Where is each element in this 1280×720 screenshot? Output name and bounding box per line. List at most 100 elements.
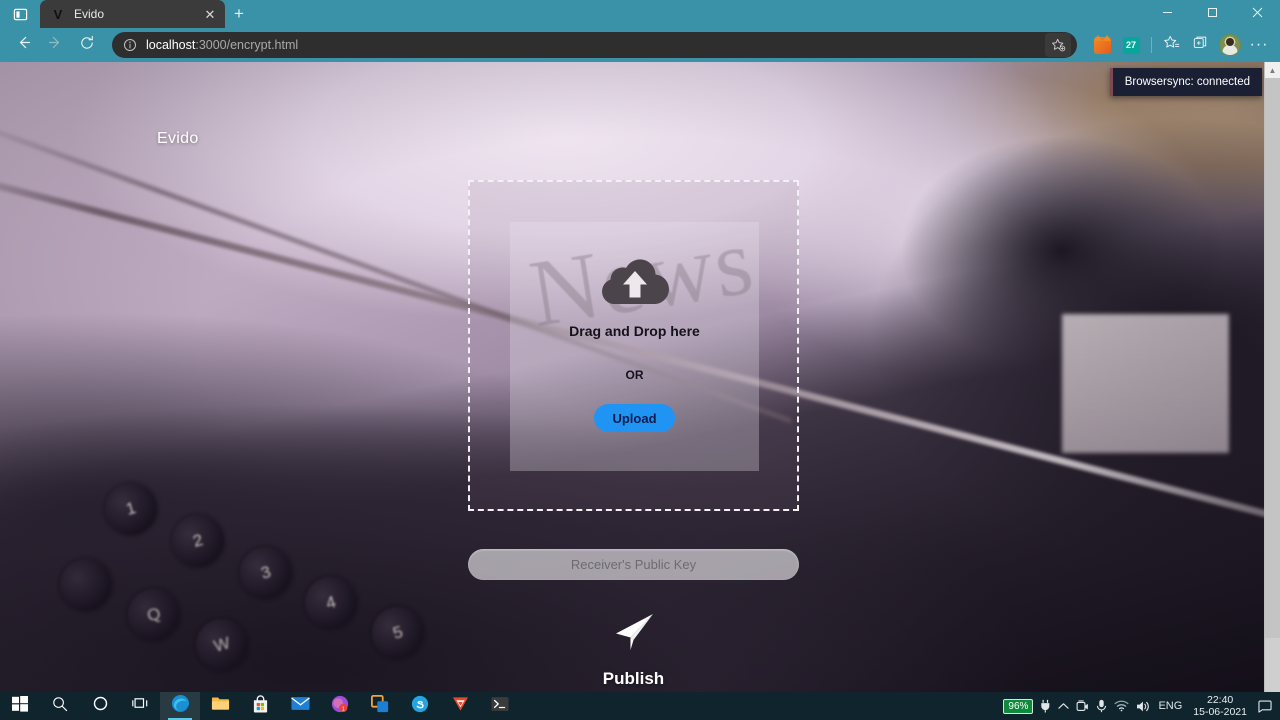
power-plug-icon[interactable]	[1040, 699, 1051, 713]
collections-icon	[1193, 35, 1209, 56]
volume-icon[interactable]	[1136, 700, 1151, 713]
tab-actions-icon	[13, 7, 28, 22]
search-icon	[52, 696, 68, 717]
reload-icon	[79, 35, 95, 56]
back-arrow-icon	[15, 34, 32, 56]
edge-button[interactable]	[160, 692, 200, 720]
mail-envelope-icon	[290, 696, 310, 716]
fox-extension-icon	[1093, 34, 1111, 54]
cortana-button[interactable]	[80, 692, 120, 720]
calendar-extension-button[interactable]: 27	[1118, 32, 1144, 58]
new-tab-button[interactable]: +	[225, 0, 253, 28]
calendar-extension-icon: 27	[1122, 36, 1140, 54]
browsersync-toast: Browsersync: connected	[1109, 68, 1262, 96]
profile-button[interactable]	[1217, 32, 1243, 58]
windows-logo-icon	[12, 695, 28, 717]
upload-button[interactable]: Upload	[594, 404, 675, 432]
extensions-area: 27 ···	[1085, 32, 1272, 58]
publish-label: Publish	[602, 669, 665, 688]
tab-actions-button[interactable]	[0, 0, 40, 28]
favorites-list-icon	[1164, 35, 1180, 56]
language-indicator[interactable]: ENG	[1158, 700, 1182, 712]
address-bar-url: localhost:3000/encrypt.html	[146, 38, 1037, 52]
toolbar-separator	[1151, 37, 1152, 53]
publish-button[interactable]: Publish	[468, 610, 799, 689]
skype-icon	[411, 695, 429, 718]
fox-extension-button[interactable]	[1089, 32, 1115, 58]
file-dropzone[interactable]: Drag and Drop here OR Upload	[468, 180, 799, 511]
folder-icon	[211, 695, 230, 717]
reload-button[interactable]	[72, 31, 102, 59]
info-circle-icon[interactable]	[122, 37, 138, 53]
clock-time: 22:40	[1207, 693, 1234, 706]
page-title: Evido	[157, 130, 199, 147]
office-app-button[interactable]	[360, 692, 400, 720]
clock-date: 15-06-2021	[1193, 706, 1247, 718]
maximize-icon	[1207, 5, 1218, 23]
favorites-button[interactable]	[1159, 32, 1185, 58]
store-bag-icon	[252, 694, 269, 718]
minimize-icon	[1162, 5, 1173, 23]
office-squares-icon	[371, 694, 389, 718]
terminal-button[interactable]	[480, 692, 520, 720]
terminal-prompt-icon	[491, 696, 509, 717]
task-view-button[interactable]	[120, 692, 160, 720]
more-options-button[interactable]: ···	[1246, 32, 1272, 58]
address-bar[interactable]: localhost:3000/encrypt.html	[112, 32, 1077, 58]
close-button[interactable]	[1235, 0, 1280, 28]
skype-button[interactable]	[400, 692, 440, 720]
vite-app-button[interactable]	[440, 692, 480, 720]
browser-toolbar: localhost:3000/encrypt.html 27 ···	[0, 28, 1280, 62]
microphone-icon[interactable]	[1096, 699, 1107, 713]
clock[interactable]: 22:40 15-06-2021	[1189, 694, 1251, 718]
plus-icon: +	[234, 4, 244, 23]
minimize-button[interactable]	[1145, 0, 1190, 28]
edge-browser-icon	[171, 694, 190, 718]
search-button[interactable]	[40, 692, 80, 720]
forward-button[interactable]	[40, 31, 70, 59]
dropzone-title: Drag and Drop here	[569, 323, 700, 339]
send-paper-plane-icon	[611, 610, 657, 661]
triangle-app-icon	[452, 695, 469, 717]
scrollbar-thumb[interactable]	[1265, 78, 1280, 638]
camera-icon[interactable]	[1076, 699, 1089, 713]
page-scrollbar[interactable]: ▲	[1264, 62, 1280, 692]
battery-status[interactable]: 96%	[1003, 698, 1034, 714]
windows-taskbar: 1 96% ENG 22:40 15-06-2021	[0, 692, 1280, 720]
file-explorer-button[interactable]	[200, 692, 240, 720]
mail-button[interactable]	[280, 692, 320, 720]
window-controls	[1145, 0, 1280, 28]
profile-avatar	[1219, 34, 1241, 56]
cloud-upload-icon	[598, 252, 672, 313]
svg-text:1: 1	[342, 706, 345, 712]
tab-title: Evido	[74, 7, 105, 21]
star-plus-icon[interactable]	[1045, 33, 1071, 57]
browser-titlebar: V Evido ✕ +	[0, 0, 1280, 28]
window-close-icon	[1252, 5, 1263, 23]
receiver-public-key-input[interactable]	[468, 549, 799, 580]
page-viewport: 1 2 3 4 5 Q W News Evido Drag and Drop h…	[0, 62, 1280, 692]
url-path: :3000/encrypt.html	[195, 38, 299, 52]
url-host: localhost	[146, 38, 196, 52]
maximize-button[interactable]	[1190, 0, 1235, 28]
action-center-icon[interactable]	[1258, 700, 1272, 713]
forward-arrow-icon	[47, 34, 64, 56]
back-button[interactable]	[8, 31, 38, 59]
v-favicon: V	[53, 6, 63, 22]
wifi-icon[interactable]	[1114, 700, 1129, 712]
browser-tab-evido[interactable]: V Evido ✕	[40, 0, 225, 28]
show-hidden-icons-chevron[interactable]	[1058, 702, 1070, 710]
dropzone-inner-panel: Drag and Drop here OR Upload	[510, 222, 759, 471]
chat-bubble-icon: 1	[331, 695, 349, 718]
start-button[interactable]	[0, 692, 40, 720]
dropzone-or-label: OR	[625, 368, 644, 382]
close-icon[interactable]: ✕	[201, 5, 219, 23]
microsoft-store-button[interactable]	[240, 692, 280, 720]
cortana-circle-icon	[93, 696, 108, 716]
scroll-up-arrow[interactable]: ▲	[1265, 62, 1280, 78]
collections-button[interactable]	[1188, 32, 1214, 58]
system-tray: 96% ENG 22:40 15-06-2021	[1003, 692, 1280, 720]
chat-app-button[interactable]: 1	[320, 692, 360, 720]
task-view-icon	[131, 696, 149, 716]
browser-window: V Evido ✕ + localhost:3000/encrypt.html …	[0, 0, 1280, 692]
